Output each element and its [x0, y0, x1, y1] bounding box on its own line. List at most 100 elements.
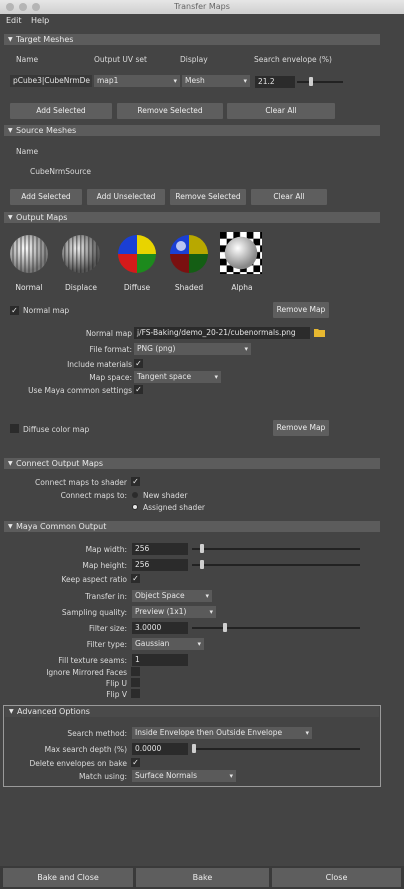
search-envelope-slider-track[interactable]	[297, 81, 343, 83]
search-envelope-slider-handle[interactable]	[309, 77, 313, 86]
collapse-triangle-icon: ▼	[8, 523, 13, 530]
section-output-maps[interactable]: ▼ Output Maps	[4, 212, 380, 223]
shaded-map-label: Shaded	[174, 283, 204, 292]
filter-type-dropdown[interactable]: Gaussian	[132, 638, 204, 650]
connect-maps-to-shader-label: Connect maps to shader	[35, 478, 127, 487]
filter-type-label: Filter type:	[86, 640, 127, 649]
diffuse-color-map-label: Diffuse color map	[23, 425, 90, 434]
displace-map-sphere-icon[interactable]	[60, 233, 102, 275]
include-materials-label: Include materials	[67, 360, 132, 369]
displace-map-label: Displace	[65, 283, 97, 292]
flip-u-checkbox[interactable]: ✓	[131, 678, 140, 687]
alpha-map-sphere-icon[interactable]	[220, 232, 262, 274]
connect-maps-to-shader-checkbox[interactable]: ✓	[131, 477, 140, 486]
source-remove-selected-button[interactable]: Remove Selected	[170, 189, 246, 205]
flip-u-label: Flip U	[105, 679, 127, 688]
target-add-selected-button[interactable]: Add Selected	[10, 103, 112, 119]
normal-map-path-input[interactable]: j/FS-Baking/demo_20-21/cubenormals.png	[134, 327, 310, 339]
filter-size-slider-handle[interactable]	[223, 623, 227, 632]
map-height-slider-handle[interactable]	[200, 560, 204, 569]
source-add-selected-button[interactable]: Add Selected	[10, 189, 82, 205]
new-shader-radio[interactable]	[132, 492, 138, 498]
include-materials-checkbox[interactable]: ✓	[134, 359, 143, 368]
section-target-meshes[interactable]: ▼ Target Meshes	[4, 34, 380, 45]
new-shader-label: New shader	[143, 491, 188, 500]
delete-envelopes-label: Delete envelopes on bake	[29, 759, 127, 768]
map-width-input[interactable]: 256	[132, 543, 188, 555]
search-envelope-input[interactable]: 21.2	[255, 76, 295, 88]
bake-and-close-button[interactable]: Bake and Close	[3, 868, 133, 887]
display-dropdown[interactable]: Mesh	[182, 75, 250, 87]
remove-diffuse-map-button[interactable]: Remove Map	[273, 420, 329, 436]
section-connect-output-maps[interactable]: ▼ Connect Output Maps	[4, 458, 380, 469]
collapse-triangle-icon: ▼	[8, 127, 13, 134]
filter-size-input[interactable]: 3.0000	[132, 622, 188, 634]
max-search-depth-slider-track[interactable]	[192, 748, 360, 750]
delete-envelopes-checkbox[interactable]: ✓	[131, 758, 140, 767]
collapse-triangle-icon: ▼	[8, 214, 13, 221]
normal-map-checkbox[interactable]: ✓	[10, 306, 19, 315]
diffuse-color-map-checkbox[interactable]: ✓	[10, 424, 19, 433]
folder-browse-icon[interactable]	[314, 327, 326, 338]
source-mesh-name[interactable]: CubeNrmSource	[30, 167, 91, 176]
collapse-triangle-icon: ▼	[8, 36, 13, 43]
sampling-quality-dropdown[interactable]: Preview (1x1)	[132, 606, 216, 618]
search-method-dropdown[interactable]: Inside Envelope then Outside Envelope	[132, 727, 312, 739]
shaded-map-sphere-icon[interactable]	[168, 233, 210, 275]
max-search-depth-slider-handle[interactable]	[192, 744, 196, 753]
assigned-shader-label: Assigned shader	[143, 503, 206, 512]
connect-maps-to-label: Connect maps to:	[60, 491, 127, 500]
close-window-icon[interactable]	[6, 3, 14, 11]
ignore-mirrored-faces-checkbox[interactable]: ✓	[131, 667, 140, 676]
menu-help[interactable]: Help	[31, 16, 49, 25]
map-space-dropdown[interactable]: Tangent space	[134, 371, 221, 383]
close-button[interactable]: Close	[272, 868, 401, 887]
keep-aspect-ratio-label: Keep aspect ratio	[61, 575, 127, 584]
flip-v-checkbox[interactable]: ✓	[131, 689, 140, 698]
source-add-unselected-button[interactable]: Add Unselected	[87, 189, 165, 205]
section-title: Maya Common Output	[16, 522, 107, 531]
col-name: Name	[16, 55, 39, 64]
collapse-triangle-icon: ▼	[8, 460, 13, 467]
source-clear-all-button[interactable]: Clear All	[251, 189, 327, 205]
map-width-label: Map width:	[85, 545, 127, 554]
target-clear-all-button[interactable]: Clear All	[227, 103, 335, 119]
section-title: Target Meshes	[16, 35, 74, 44]
menu-bar: Edit Help	[0, 14, 404, 28]
minimize-window-icon[interactable]	[19, 3, 27, 11]
normal-map-sphere-icon[interactable]	[8, 233, 50, 275]
target-mesh-name[interactable]: pCube3|CubeNrmDe	[10, 75, 92, 87]
file-format-dropdown[interactable]: PNG (png)	[134, 343, 251, 355]
diffuse-map-sphere-icon[interactable]	[116, 233, 158, 275]
filter-size-label: Filter size:	[88, 624, 127, 633]
window-titlebar: Transfer Maps	[0, 0, 404, 14]
remove-normal-map-button[interactable]: Remove Map	[273, 302, 329, 318]
section-title: Connect Output Maps	[16, 459, 104, 468]
col-display: Display	[180, 55, 208, 64]
transfer-in-dropdown[interactable]: Object Space	[132, 590, 212, 602]
target-remove-selected-button[interactable]: Remove Selected	[117, 103, 223, 119]
assigned-shader-radio[interactable]	[132, 504, 138, 510]
use-maya-common-settings-checkbox[interactable]: ✓	[134, 385, 143, 394]
match-using-dropdown[interactable]: Surface Normals	[132, 770, 236, 782]
output-uv-set-dropdown[interactable]: map1	[94, 75, 180, 87]
map-width-slider-handle[interactable]	[200, 544, 204, 553]
filter-size-slider-track[interactable]	[192, 627, 360, 629]
keep-aspect-ratio-checkbox[interactable]: ✓	[131, 574, 140, 583]
maximize-window-icon[interactable]	[32, 3, 40, 11]
section-advanced-options[interactable]: ▼ Advanced Options	[5, 706, 379, 717]
map-height-input[interactable]: 256	[132, 559, 188, 571]
map-width-slider-track[interactable]	[192, 548, 360, 550]
section-maya-common-output[interactable]: ▼ Maya Common Output	[4, 521, 380, 532]
transfer-in-label: Transfer in:	[85, 592, 127, 601]
map-height-slider-track[interactable]	[192, 564, 360, 566]
bake-button[interactable]: Bake	[136, 868, 269, 887]
alpha-map-label: Alpha	[231, 283, 253, 292]
section-source-meshes[interactable]: ▼ Source Meshes	[4, 125, 380, 136]
flip-v-label: Flip V	[106, 690, 127, 699]
menu-edit[interactable]: Edit	[6, 16, 22, 25]
section-title: Output Maps	[16, 213, 68, 222]
max-search-depth-input[interactable]: 0.0000	[132, 743, 188, 755]
sampling-quality-label: Sampling quality:	[61, 608, 127, 617]
fill-texture-seams-input[interactable]: 1	[132, 654, 188, 666]
